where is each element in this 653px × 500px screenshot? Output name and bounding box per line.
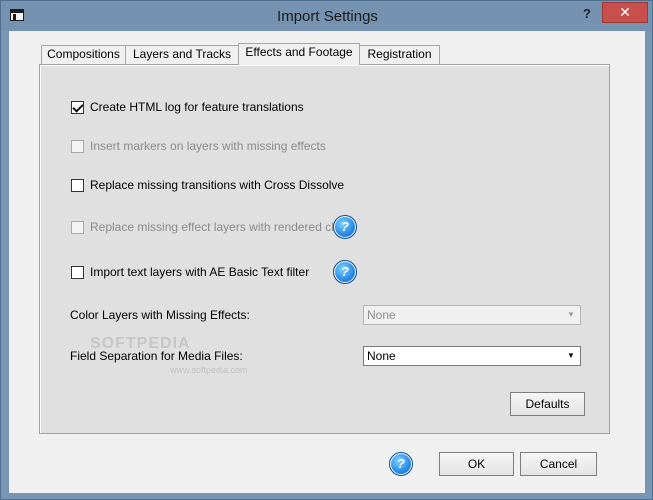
option-html-log[interactable]: Create HTML log for feature translations bbox=[71, 99, 304, 115]
field-separation-select[interactable]: None ▼ bbox=[363, 346, 581, 366]
tab-registration[interactable]: Registration bbox=[359, 45, 440, 64]
replace-effect-layers-checkbox bbox=[71, 220, 84, 234]
tab-compositions[interactable]: Compositions bbox=[41, 45, 126, 64]
option-replace-transitions[interactable]: Replace missing transitions with Cross D… bbox=[71, 177, 344, 193]
tab-layers-and-tracks[interactable]: Layers and Tracks bbox=[125, 45, 239, 64]
insert-markers-label: Insert markers on layers with missing ef… bbox=[90, 139, 326, 153]
chevron-down-icon: ▼ bbox=[567, 310, 575, 319]
field-separation-label: Field Separation for Media Files: bbox=[70, 349, 243, 363]
defaults-button[interactable]: Defaults bbox=[510, 392, 585, 416]
ok-button[interactable]: OK bbox=[439, 452, 514, 476]
insert-markers-checkbox bbox=[71, 139, 84, 153]
window-title: Import Settings bbox=[277, 8, 378, 25]
import-text-layers-checkbox[interactable] bbox=[71, 265, 84, 279]
tab-effects-and-footage[interactable]: Effects and Footage bbox=[238, 43, 360, 65]
import-text-layers-label: Import text layers with AE Basic Text fi… bbox=[90, 265, 310, 279]
replace-effect-layers-help-icon[interactable]: ? bbox=[333, 215, 357, 239]
replace-transitions-checkbox[interactable] bbox=[71, 178, 84, 192]
option-replace-effect-layers: Replace missing effect layers with rende… bbox=[71, 219, 349, 235]
color-layers-select: None ▼ bbox=[363, 305, 581, 325]
field-separation-value: None bbox=[367, 349, 396, 363]
replace-effect-layers-label: Replace missing effect layers with rende… bbox=[90, 220, 350, 234]
html-log-checkbox[interactable] bbox=[71, 100, 84, 114]
cancel-button[interactable]: Cancel bbox=[520, 452, 597, 476]
effects-and-footage-panel: SOFTPEDIA www.softpedia.com Create HTML … bbox=[39, 64, 610, 434]
title-help-icon[interactable]: ? bbox=[579, 6, 595, 22]
import-text-layers-help-icon[interactable]: ? bbox=[333, 260, 357, 284]
title-bar: Import Settings ? ✕ bbox=[1, 1, 652, 31]
color-layers-label: Color Layers with Missing Effects: bbox=[70, 308, 250, 322]
import-settings-window: Import Settings ? ✕ Compositions Layers … bbox=[0, 0, 653, 500]
replace-transitions-label: Replace missing transitions with Cross D… bbox=[90, 178, 345, 192]
color-layers-value: None bbox=[367, 308, 396, 322]
chevron-down-icon[interactable]: ▼ bbox=[563, 348, 579, 364]
option-import-text-layers[interactable]: Import text layers with AE Basic Text fi… bbox=[71, 264, 309, 280]
close-button[interactable]: ✕ bbox=[602, 2, 648, 23]
option-insert-markers: Insert markers on layers with missing ef… bbox=[71, 138, 326, 154]
watermark-url: www.softpedia.com bbox=[170, 365, 248, 375]
dialog-help-icon[interactable]: ? bbox=[389, 452, 413, 476]
html-log-label: Create HTML log for feature translations bbox=[90, 100, 304, 114]
dialog-body: Compositions Layers and Tracks Effects a… bbox=[9, 31, 645, 493]
